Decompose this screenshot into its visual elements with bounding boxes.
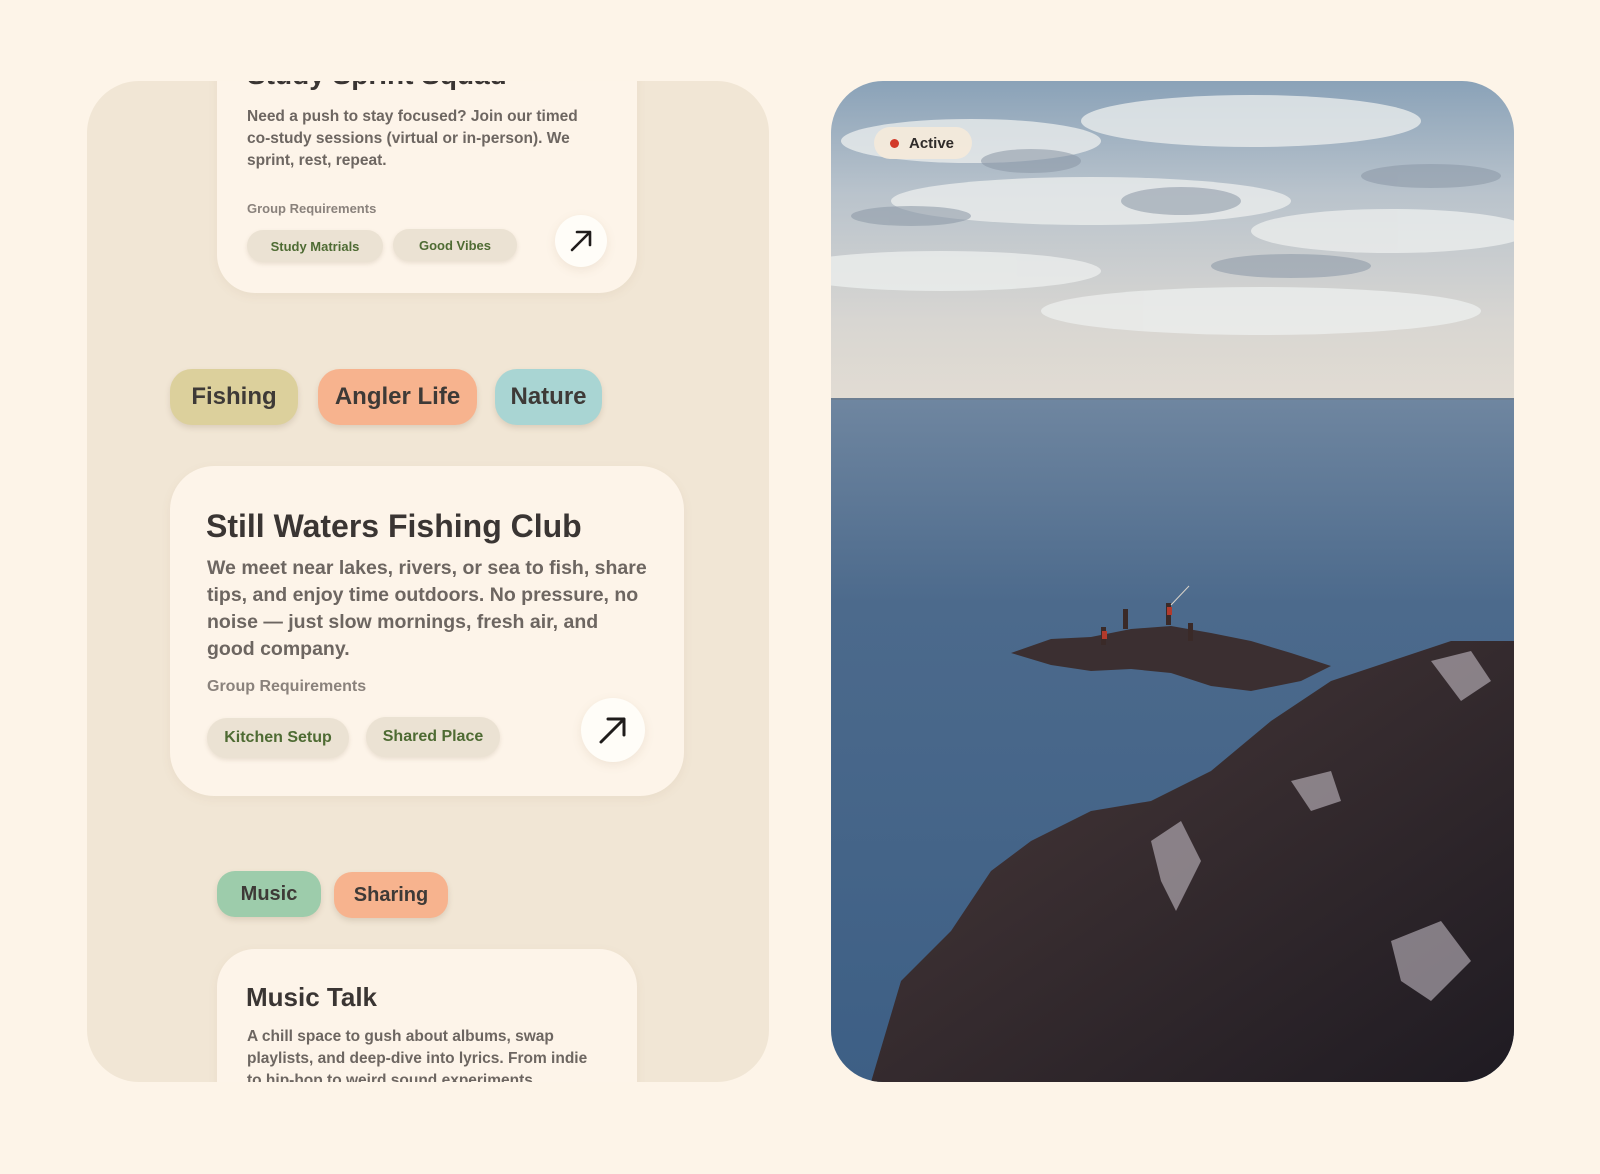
group-cover-photo: Active (831, 81, 1514, 1082)
tag-nature[interactable]: Nature (495, 369, 602, 425)
group-feed-panel[interactable]: Study Sprint Squad Need a push to stay f… (87, 81, 769, 1082)
group-title: Still Waters Fishing Club (206, 508, 582, 544)
group-title: Music Talk (246, 982, 378, 1012)
tag-sharing[interactable]: Sharing (334, 872, 448, 918)
open-group-button[interactable] (581, 698, 645, 762)
group-description: Need a push to stay focused? Join our ti… (247, 108, 578, 169)
group-title: Study Sprint Squad (247, 81, 507, 91)
group-card-study[interactable]: Study Sprint Squad Need a push to stay f… (217, 81, 637, 293)
status-badge: Active (874, 127, 973, 159)
requirement-chip[interactable]: Shared Place (366, 717, 500, 757)
tag-music[interactable]: Music (217, 871, 321, 917)
status-label: Active (909, 134, 955, 152)
group-card-fishing[interactable]: Still Waters Fishing Club We meet near l… (170, 466, 684, 796)
requirement-chip[interactable]: Kitchen Setup (207, 718, 349, 758)
group-card-music[interactable]: Music Talk A chill space to gush about a… (217, 949, 637, 1082)
requirements-label: Group Requirements (247, 201, 377, 216)
requirement-chip[interactable]: Good Vibes (393, 229, 517, 261)
group-description: We meet near lakes, rivers, or sea to fi… (207, 557, 647, 660)
status-dot (890, 138, 899, 148)
coastal-fishing-photo (831, 81, 1514, 1082)
requirements-label: Group Requirements (207, 678, 367, 695)
tag-angler-life[interactable]: Angler Life (318, 369, 477, 425)
tag-fishing[interactable]: Fishing (170, 369, 298, 425)
arrow-up-right-icon (570, 230, 592, 252)
arrow-up-right-icon (599, 717, 626, 744)
group-description: A chill space to gush about albums, swap… (247, 1028, 588, 1082)
requirement-chip[interactable]: Study Matrials (247, 230, 383, 262)
open-group-button[interactable] (555, 215, 607, 267)
